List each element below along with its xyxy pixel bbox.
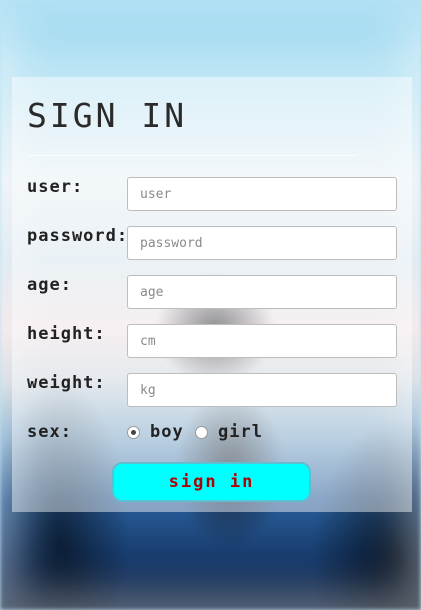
password-input[interactable] — [127, 226, 397, 260]
height-label: height: — [27, 324, 106, 344]
sign-in-button[interactable]: sign in — [112, 462, 311, 502]
radio-boy-button[interactable] — [127, 425, 140, 439]
weight-label: weight: — [27, 373, 106, 393]
user-label: user: — [27, 177, 84, 197]
height-input[interactable] — [127, 324, 397, 358]
weight-input[interactable] — [127, 373, 397, 407]
radio-girl-label[interactable]: girl — [218, 422, 263, 442]
password-label: password: — [27, 226, 129, 246]
user-input[interactable] — [127, 177, 397, 211]
title-divider — [27, 155, 357, 156]
age-label: age: — [27, 275, 72, 295]
page-title: SIGN IN — [27, 96, 188, 135]
radio-girl[interactable]: girl — [195, 421, 263, 443]
age-input[interactable] — [127, 275, 397, 309]
radio-boy[interactable]: boy — [127, 421, 184, 443]
sex-label: sex: — [27, 422, 72, 442]
radio-boy-label[interactable]: boy — [150, 422, 184, 442]
radio-girl-button[interactable] — [195, 425, 208, 439]
